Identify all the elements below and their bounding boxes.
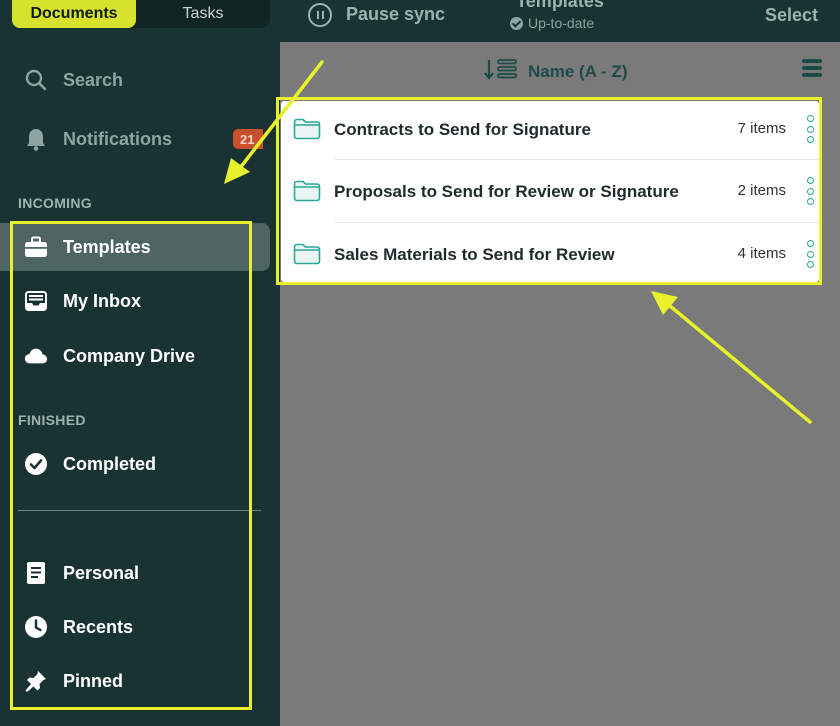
sidebar-item-label: Pinned [63,670,124,691]
more-options-icon[interactable] [807,115,815,143]
sidebar-item-label: Recents [63,616,134,637]
item-count: 7 items [737,120,786,137]
arrow-to-list [651,291,812,424]
list-item[interactable]: Contracts to Send for Signature 7 items [281,101,819,161]
more-options-icon[interactable] [807,177,815,205]
pause-icon[interactable] [308,3,332,27]
pause-sync-button[interactable]: Pause sync [346,4,445,25]
select-button[interactable]: Select [765,5,818,26]
folder-name: Contracts to Send for Signature [334,120,591,139]
sort-control[interactable]: Name (A - Z) [484,58,628,85]
sidebar-item-search[interactable]: Search [0,56,270,104]
sidebar-item-label: My Inbox [63,290,142,311]
sync-status-label: Up-to-date [528,15,595,31]
documents-tab[interactable]: Documents [12,0,136,28]
section-header-finished: FINISHED [18,412,86,428]
sidebar-item-completed[interactable]: Completed [0,440,270,488]
sidebar-item-label: Completed [63,453,157,474]
page-title: Templates [516,0,604,11]
folder-icon [293,180,321,202]
sidebar-item-label: Search [63,69,124,90]
sidebar-item-label: Notifications [63,128,173,149]
folder-name: Proposals to Send for Review or Signatur… [334,182,679,201]
item-count: 4 items [737,245,786,262]
top-bar: Pause sync Templates Up-to-date Select [280,0,840,42]
sidebar-item-company-drive[interactable]: Company Drive [0,332,270,380]
folder-icon [293,243,321,265]
check-icon [510,16,523,30]
check-circle-icon [24,452,48,476]
sidebar-item-recents[interactable]: Recents [0,603,270,651]
documents-tasks-switch: Documents Tasks [12,0,270,28]
row-divider [334,159,819,160]
notification-count-badge: 21 [233,129,263,149]
folder-icon [293,118,321,140]
briefcase-icon [24,235,48,259]
sidebar-item-personal[interactable]: Personal [0,549,270,597]
cloud-icon [24,344,48,368]
template-folder-list: Contracts to Send for Signature 7 items … [281,101,819,282]
list-item[interactable]: Sales Materials to Send for Review 4 ite… [281,226,819,286]
sidebar-item-notifications[interactable]: Notifications 21 [0,115,270,163]
tasks-tab[interactable]: Tasks [136,0,270,28]
folder-name: Sales Materials to Send for Review [334,245,615,264]
sidebar-divider [18,510,261,511]
clock-icon [24,615,48,639]
pin-icon [24,669,48,693]
item-count: 2 items [737,182,786,199]
sidebar-item-my-inbox[interactable]: My Inbox [0,277,270,325]
sidebar-item-pinned[interactable]: Pinned [0,657,270,705]
bell-icon [24,127,48,151]
sort-icon [484,58,518,85]
section-header-incoming: INCOMING [18,195,92,211]
sidebar-item-label: Personal [63,562,140,583]
document-icon [24,561,48,585]
sidebar-item-templates[interactable]: Templates [0,223,270,271]
sidebar-item-label: Company Drive [63,345,196,366]
sync-status: Up-to-date [510,15,594,31]
list-view-icon[interactable] [802,59,822,79]
more-options-icon[interactable] [807,240,815,268]
sort-label: Name (A - Z) [528,61,628,81]
inbox-tray-icon [24,289,48,313]
row-divider [334,222,819,223]
search-icon [24,68,48,92]
sidebar-item-label: Templates [63,236,151,257]
sidebar: Documents Tasks Search Notifications 21 … [0,0,280,726]
list-item[interactable]: Proposals to Send for Review or Signatur… [281,163,819,223]
